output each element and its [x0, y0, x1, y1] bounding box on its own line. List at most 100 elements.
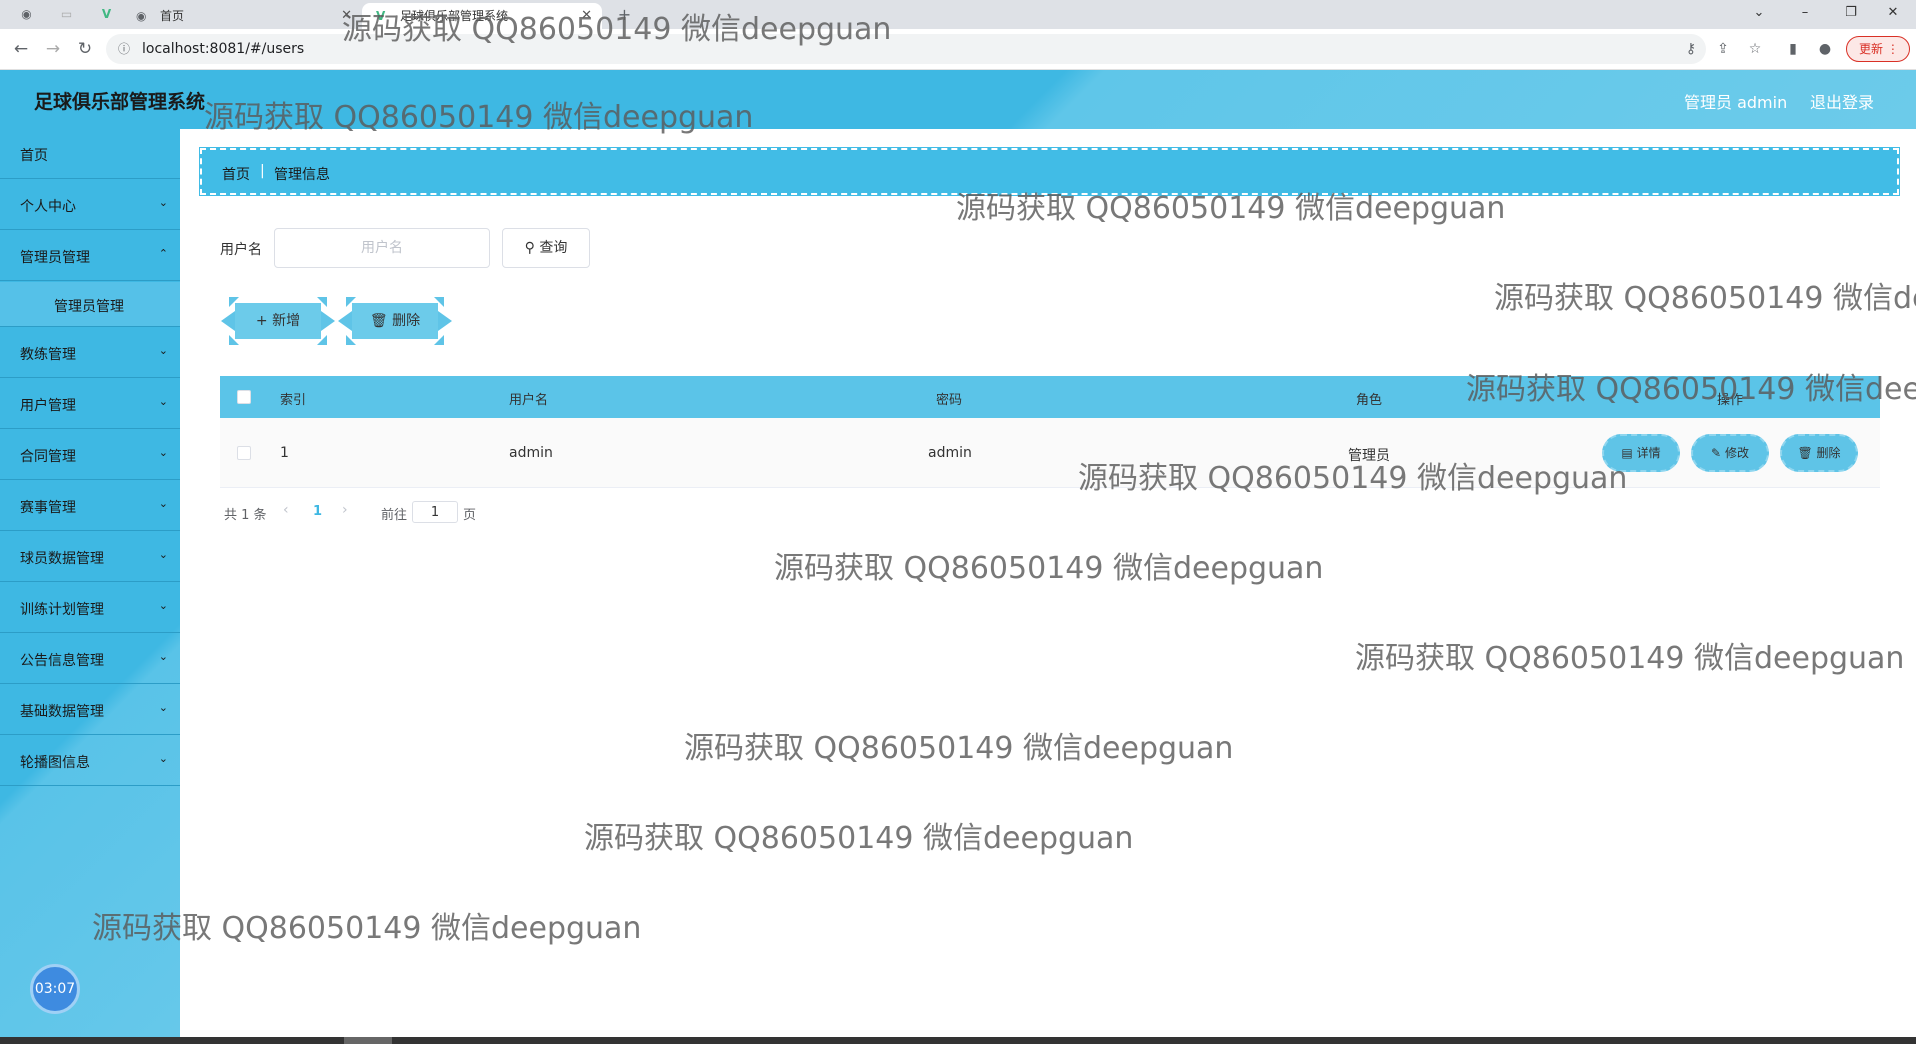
sidebar-item-player-data[interactable]: 球员数据管理 ⌄ — [0, 532, 180, 582]
sidepanel-icon[interactable]: ▮ — [1782, 38, 1804, 60]
taskbar-segment — [344, 1037, 392, 1044]
watermark: 源码获取 QQ86050149 微信deepguan — [1355, 641, 1905, 676]
chevron-down-icon: ⌄ — [158, 548, 168, 561]
tab-search-icon[interactable]: ⌄ — [1736, 0, 1782, 29]
sidebar-item-carousel[interactable]: 轮播图信息 ⌄ — [0, 736, 180, 786]
chevron-down-icon: ⌄ — [158, 497, 168, 510]
side-decoration — [438, 311, 452, 331]
trash-icon: 🗑 — [1797, 446, 1813, 460]
sidebar-item-coach[interactable]: 教练管理 ⌄ — [0, 328, 180, 378]
sidebar-item-home[interactable]: 首页 — [0, 129, 180, 179]
cell-username: admin — [509, 445, 553, 461]
batch-delete-button[interactable]: 🗑 删除 — [338, 297, 452, 345]
corner-decoration — [434, 335, 444, 345]
side-decoration — [221, 311, 235, 331]
edit-button-label: 修改 — [1724, 446, 1749, 460]
sidebar-subitem-label: 管理员管理 — [54, 299, 124, 315]
sidebar-item-notice[interactable]: 公告信息管理 ⌄ — [0, 634, 180, 684]
side-decoration — [338, 311, 352, 331]
username-search-input[interactable] — [274, 228, 490, 268]
breadcrumb-separator: | — [260, 163, 265, 179]
chevron-down-icon: ⌄ — [158, 701, 168, 714]
edit-button[interactable]: ✎ 修改 — [1691, 434, 1769, 472]
window-close-icon[interactable]: ✕ — [1870, 0, 1916, 29]
select-all-checkbox[interactable] — [237, 390, 251, 404]
row-checkbox[interactable] — [237, 446, 251, 460]
sidebar-item-basic-data[interactable]: 基础数据管理 ⌄ — [0, 685, 180, 735]
pagination-total: 共 1 条 — [224, 508, 267, 523]
detail-button[interactable]: ▤ 详情 — [1602, 434, 1680, 472]
corner-decoration — [317, 297, 327, 307]
browser-address-bar: ← → ↻ ⓘ localhost:8081/#/users ⚷ ⇪ ☆ ▮ ●… — [0, 29, 1916, 70]
row-delete-button-label: 删除 — [1816, 446, 1841, 460]
browser-profile-icon[interactable]: ◉ — [18, 6, 35, 23]
watermark: 源码获取 QQ86050149 微信deepguan — [1494, 281, 1916, 316]
sidebar-item-label: 赛事管理 — [20, 500, 76, 516]
sidebar-item-profile[interactable]: 个人中心 ⌄ — [0, 180, 180, 230]
tab-app[interactable]: V 足球俱乐部管理系统 ✕ — [362, 3, 602, 29]
restore-icon[interactable]: ❐ — [1828, 0, 1874, 29]
key-icon[interactable]: ⚷ — [1680, 38, 1702, 60]
column-header-username: 用户名 — [509, 393, 549, 408]
app-title: 足球俱乐部管理系统 — [34, 91, 206, 113]
corner-decoration — [317, 335, 327, 345]
breadcrumb-home[interactable]: 首页 — [222, 164, 250, 184]
url-text: localhost:8081/#/users — [142, 41, 305, 57]
sidebar-item-admin[interactable]: 管理员管理 ⌃ — [0, 231, 180, 281]
plus-icon: + — [255, 313, 268, 329]
share-icon[interactable]: ⇪ — [1712, 38, 1734, 60]
watermark: 源码获取 QQ86050149 微信deepguan — [774, 551, 1324, 586]
detail-button-label: 详情 — [1636, 446, 1661, 460]
reload-icon[interactable]: ↻ — [74, 38, 96, 60]
new-tab-icon[interactable]: + — [616, 6, 633, 23]
sidebar-item-users[interactable]: 用户管理 ⌄ — [0, 379, 180, 429]
back-icon[interactable]: ← — [10, 38, 32, 60]
blank-tab-icon[interactable]: ▭ — [58, 6, 75, 23]
corner-decoration — [229, 335, 239, 345]
url-field[interactable]: ⓘ localhost:8081/#/users — [106, 34, 1706, 64]
sidebar-item-training[interactable]: 训练计划管理 ⌄ — [0, 583, 180, 633]
add-button[interactable]: + 新增 — [221, 297, 335, 345]
chevron-up-icon: ⌃ — [158, 247, 168, 260]
close-icon[interactable]: ✕ — [341, 3, 352, 29]
prev-page-icon[interactable]: ‹ — [283, 502, 289, 518]
sidebar-item-contract[interactable]: 合同管理 ⌄ — [0, 430, 180, 480]
app-header: 足球俱乐部管理系统 管理员 admin 退出登录 — [0, 70, 1916, 129]
chevron-down-icon: ⌄ — [158, 196, 168, 209]
tab-home[interactable]: ◉ 首页 ✕ — [130, 3, 362, 29]
taskbar-strip — [0, 1037, 1916, 1044]
pagination-current-page[interactable]: 1 — [313, 504, 322, 519]
sidebar: 首页 个人中心 ⌄ 管理员管理 ⌃ 管理员管理 教练管理 ⌄ 用户管理 ⌄ 合同… — [0, 129, 180, 1037]
corner-decoration — [434, 297, 444, 307]
sidebar-item-match[interactable]: 赛事管理 ⌄ — [0, 481, 180, 531]
browser-tab-bar: ◉ ▭ V ◉ 首页 ✕ V 足球俱乐部管理系统 ✕ + ⌄ – ❐ ✕ — [0, 0, 1916, 29]
breadcrumb-current: 管理信息 — [274, 167, 330, 183]
vue-tab-icon[interactable]: V — [98, 6, 115, 23]
globe-icon: ◉ — [136, 9, 147, 23]
page-jump-input[interactable] — [412, 501, 458, 523]
forward-icon[interactable]: → — [42, 38, 64, 60]
chevron-down-icon: ⌄ — [158, 344, 168, 357]
close-icon[interactable]: ✕ — [581, 3, 592, 29]
minimize-icon[interactable]: – — [1782, 0, 1828, 29]
vue-icon: V — [376, 9, 386, 23]
search-icon: ⚲ — [524, 240, 535, 256]
profile-icon[interactable]: ● — [1814, 38, 1836, 60]
clock-badge[interactable]: 03:07 — [30, 964, 80, 1014]
column-header-role: 角色 — [1356, 393, 1383, 408]
add-button-label: 新增 — [272, 313, 301, 329]
next-page-icon[interactable]: › — [342, 502, 348, 518]
current-user: 管理员 admin — [1684, 93, 1788, 112]
query-button[interactable]: ⚲ 查询 — [502, 228, 590, 268]
sidebar-item-label: 首页 — [20, 148, 48, 164]
star-icon[interactable]: ☆ — [1744, 38, 1766, 60]
delete-button-label: 删除 — [392, 313, 421, 329]
corner-decoration — [229, 297, 239, 307]
pagination-page-unit: 页 — [463, 508, 477, 523]
side-decoration — [321, 311, 335, 331]
row-delete-button[interactable]: 🗑 删除 — [1780, 434, 1858, 472]
update-button[interactable]: 更新 ⋮ — [1846, 36, 1910, 62]
sidebar-subitem-admin[interactable]: 管理员管理 — [0, 282, 180, 327]
logout-link[interactable]: 退出登录 — [1810, 89, 1874, 113]
info-icon[interactable]: ⓘ — [118, 40, 130, 57]
